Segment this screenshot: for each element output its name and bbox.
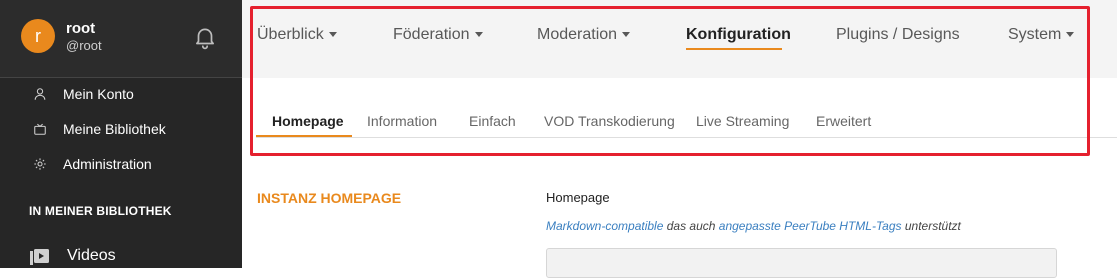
subtab-live-streaming[interactable]: Live Streaming — [696, 113, 789, 129]
caret-down-icon — [1066, 32, 1075, 38]
config-subtabs: Homepage Information Einfach VOD Transko… — [256, 100, 1117, 138]
help-text: das auch — [663, 219, 719, 233]
tab-system[interactable]: System — [1008, 26, 1075, 44]
active-tab-underline — [686, 48, 782, 50]
sidebar-item-administration[interactable]: Administration — [0, 147, 242, 181]
gear-icon — [34, 158, 46, 170]
tab-label: System — [1008, 26, 1062, 43]
subtab-information[interactable]: Information — [367, 113, 437, 129]
section-heading: INSTANZ HOMEPAGE — [257, 190, 402, 206]
user-card[interactable]: r root @root — [0, 0, 242, 78]
sidebar: r root @root Mein Konto Meine Bibliothek… — [0, 0, 242, 268]
admin-top-nav: Überblick Föderation Moderation Konfigur… — [242, 0, 1117, 78]
caret-down-icon — [328, 32, 337, 38]
sidebar-item-label: Videos — [67, 247, 116, 264]
tab-label: Moderation — [537, 26, 618, 43]
subtab-advanced[interactable]: Erweitert — [816, 113, 871, 129]
main-content: Überblick Föderation Moderation Konfigur… — [242, 0, 1117, 278]
homepage-field-help: Markdown-compatible das auch angepasste … — [546, 219, 961, 233]
sidebar-item-label: Meine Bibliothek — [63, 121, 166, 137]
user-icon — [34, 88, 46, 100]
homepage-textarea[interactable] — [546, 248, 1057, 278]
sidebar-item-label: Mein Konto — [63, 86, 134, 102]
caret-down-icon — [474, 32, 483, 38]
tab-moderation[interactable]: Moderation — [537, 26, 631, 44]
homepage-field-label: Homepage — [546, 190, 610, 205]
tab-federation[interactable]: Föderation — [393, 26, 483, 44]
sidebar-item-my-account[interactable]: Mein Konto — [0, 77, 242, 111]
user-handle: @root — [66, 38, 102, 53]
tab-label: Konfiguration — [686, 26, 791, 43]
sidebar-item-label: Administration — [63, 156, 152, 172]
tab-configuration[interactable]: Konfiguration — [686, 26, 791, 44]
subtab-vod-transcoding[interactable]: VOD Transkodierung — [544, 113, 675, 129]
tab-plugins-themes[interactable]: Plugins / Designs — [836, 26, 960, 44]
tab-label: Überblick — [257, 26, 324, 43]
user-name: root — [66, 20, 96, 37]
bell-icon[interactable] — [192, 24, 218, 50]
caret-down-icon — [622, 32, 631, 38]
active-subtab-underline — [256, 135, 352, 137]
help-text: unterstützt — [901, 219, 961, 233]
subtab-basic[interactable]: Einfach — [469, 113, 516, 129]
tab-label: Föderation — [393, 26, 470, 43]
avatar[interactable]: r — [21, 19, 55, 53]
markdown-link[interactable]: Markdown-compatible — [546, 219, 663, 233]
peertube-tags-link[interactable]: angepasste PeerTube HTML-Tags — [719, 219, 902, 233]
library-section-title: IN MEINER BIBLIOTHEK — [29, 204, 172, 218]
videos-icon — [30, 249, 49, 265]
subtab-homepage[interactable]: Homepage — [272, 113, 344, 129]
tab-label: Plugins / Designs — [836, 26, 960, 43]
library-icon — [34, 123, 46, 135]
sidebar-item-my-library[interactable]: Meine Bibliothek — [0, 112, 242, 146]
tab-overview[interactable]: Überblick — [257, 26, 337, 44]
